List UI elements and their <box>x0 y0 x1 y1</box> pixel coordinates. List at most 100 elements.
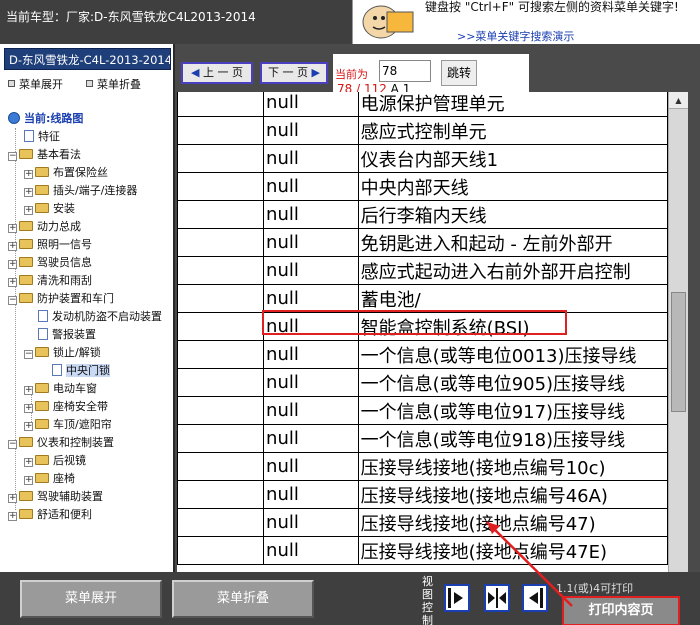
tree-node-current-wiring[interactable]: 当前:线路图 <box>8 110 83 128</box>
expand-menu-button[interactable]: 菜单展开 <box>20 580 162 618</box>
table-cell-empty <box>177 200 265 229</box>
tree-node-mirrors[interactable]: + 后视镜 <box>24 452 86 470</box>
tree-node-connectors[interactable]: + 插头/端子/连接器 <box>24 182 137 200</box>
tree-node-alarm[interactable]: 警报装置 <box>38 326 96 344</box>
page-number-input[interactable] <box>379 60 431 82</box>
tree-node-power-windows[interactable]: + 电动车窗 <box>24 380 97 398</box>
tree-node-protection-doors[interactable]: − 防护装置和车门 <box>8 290 114 308</box>
folder-icon <box>19 509 33 519</box>
expand-toggle-icon[interactable]: + <box>8 260 17 269</box>
table-cell-component: 压接导线接地(接地点编号47E) <box>357 536 668 565</box>
vehicle-tab[interactable]: D-东风雪铁龙-C4L-2013-2014 <box>4 48 171 70</box>
table-row: null 一个信息(或等电位0013)压接导线 <box>177 340 668 369</box>
table-cell-code: null <box>263 536 359 565</box>
table-row: null 蓄电池/ <box>177 284 668 313</box>
table-cell-code: null <box>263 508 359 537</box>
tree-node-driving-aids[interactable]: + 驾驶辅助装置 <box>8 488 103 506</box>
expand-menu-link[interactable]: 菜单展开 <box>8 76 63 92</box>
expand-square-icon <box>8 80 15 87</box>
scroll-thumb[interactable] <box>671 292 686 412</box>
folder-icon <box>35 473 49 483</box>
search-demo-link[interactable]: >>菜单关键字搜索演示 <box>457 28 574 44</box>
expand-toggle-icon[interactable]: + <box>24 188 33 197</box>
table-cell-empty <box>177 172 265 201</box>
table-cell-component: 一个信息(或等电位0013)压接导线 <box>357 340 668 369</box>
table-row: null 一个信息(或等电位905)压接导线 <box>177 368 668 397</box>
table-cell-code: null <box>263 480 359 509</box>
folder-icon <box>35 455 49 465</box>
table-row: null 感应式起动进入右前外部开启控制 <box>177 256 668 285</box>
expand-toggle-icon[interactable]: + <box>24 476 33 485</box>
tree-node-comfort[interactable]: + 舒适和便利 <box>8 506 92 524</box>
vehicle-model-title: 当前车型：厂家:D-东风雪铁龙C4L2013-2014 <box>6 10 256 24</box>
expand-toggle-icon[interactable]: + <box>8 242 17 251</box>
folder-icon <box>19 491 33 501</box>
collapse-toggle-icon[interactable]: − <box>8 440 17 449</box>
expand-toggle-icon[interactable]: + <box>24 206 33 215</box>
table-cell-code: null <box>263 396 359 425</box>
folder-icon <box>19 257 33 267</box>
view-control-label: 视图控制 <box>422 575 433 625</box>
collapse-toggle-icon[interactable]: − <box>24 350 33 359</box>
table-row: null 压接导线接地(接地点编号46A) <box>177 480 668 509</box>
folder-icon <box>35 203 49 213</box>
expand-toggle-icon[interactable]: + <box>24 404 33 413</box>
view-right-button[interactable] <box>444 584 470 612</box>
expand-toggle-icon[interactable]: + <box>24 170 33 179</box>
prev-page-button[interactable]: ◀ 上 一 页 <box>181 62 253 84</box>
next-page-button[interactable]: 下 一 页 ▶ <box>260 62 328 84</box>
collapse-toggle-icon[interactable]: − <box>8 152 17 161</box>
page-navigation-bar: ◀ 上 一 页 下 一 页 ▶ 当前为 跳转 <box>177 44 700 92</box>
search-hint-text: 键盘按 "Ctrl+F" 可搜索左侧的资料菜单关键字! <box>425 0 679 14</box>
table-cell-empty <box>177 396 265 425</box>
table-cell-empty <box>177 452 265 481</box>
left-arrow-icon: ◀ <box>191 66 200 79</box>
tree-node-basic[interactable]: − 基本看法 <box>8 146 81 164</box>
tree-node-install[interactable]: + 安装 <box>24 200 75 218</box>
jump-button[interactable]: 跳转 <box>441 60 477 86</box>
collapse-square-icon <box>86 80 93 87</box>
tree-node-powertrain[interactable]: + 动力总成 <box>8 218 81 236</box>
bottom-toolbar: 菜单展开 菜单折叠 视图控制 1.1(或)4可打印 打印内容页 <box>0 572 700 625</box>
table-cell-empty <box>177 228 265 257</box>
table-cell-component: 后行李箱内天线 <box>357 200 668 229</box>
scroll-up-icon[interactable]: ▲ <box>669 92 688 109</box>
table-cell-code: null <box>263 228 359 257</box>
table-cell-code: null <box>263 144 359 173</box>
expand-toggle-icon[interactable]: + <box>8 278 17 287</box>
tree-node-lighting[interactable]: + 照明一信号 <box>8 236 92 254</box>
document-viewer: null 电源保护管理单元 null 感应式控制单元 null 仪表台内部天线1 null 中… <box>177 92 668 572</box>
tree-node-immobilizer[interactable]: 发动机防盗不启动装置 <box>38 308 162 326</box>
print-content-button[interactable]: 打印内容页 <box>562 596 680 625</box>
tree-node-central-lock[interactable]: 中央门锁 <box>52 362 110 380</box>
tree-node-instruments[interactable]: − 仪表和控制装置 <box>8 434 114 452</box>
tree-node-features[interactable]: 特征 <box>24 128 60 146</box>
table-cell-empty <box>177 424 265 453</box>
tree-node-roof[interactable]: + 车顶/遮阳帘 <box>24 416 112 434</box>
tree-node-wipers[interactable]: + 清洗和雨刮 <box>8 272 92 290</box>
arrow-right-icon <box>448 588 463 608</box>
tree-node-fuses[interactable]: + 布置保险丝 <box>24 164 108 182</box>
table-cell-empty <box>177 312 265 341</box>
tree-node-locking[interactable]: − 锁止/解锁 <box>24 344 101 362</box>
table-cell-component: 蓄电池/ <box>357 284 668 313</box>
table-cell-code: null <box>263 200 359 229</box>
expand-toggle-icon[interactable]: + <box>24 422 33 431</box>
expand-toggle-icon[interactable]: + <box>24 458 33 467</box>
expand-toggle-icon[interactable]: + <box>8 224 17 233</box>
table-cell-code: null <box>263 284 359 313</box>
tree-node-seatbelts[interactable]: + 座椅安全带 <box>24 398 108 416</box>
table-cell-component: 压接导线接地(接地点编号47) <box>357 508 668 537</box>
table-cell-component: 一个信息(或等电位905)压接导线 <box>357 368 668 397</box>
collapse-menu-button[interactable]: 菜单折叠 <box>172 580 314 618</box>
expand-toggle-icon[interactable]: + <box>8 512 17 521</box>
expand-toggle-icon[interactable]: + <box>8 494 17 503</box>
tree-node-driver-info[interactable]: + 驾驶员信息 <box>8 254 92 272</box>
collapse-toggle-icon[interactable]: − <box>8 296 17 305</box>
collapse-menu-link[interactable]: 菜单折叠 <box>86 76 141 92</box>
expand-toggle-icon[interactable]: + <box>24 386 33 395</box>
tree-node-seats[interactable]: + 座椅 <box>24 470 75 488</box>
vertical-scrollbar[interactable]: ▲ <box>668 92 688 572</box>
view-split-button[interactable] <box>484 584 510 612</box>
view-left-button[interactable] <box>522 584 548 612</box>
